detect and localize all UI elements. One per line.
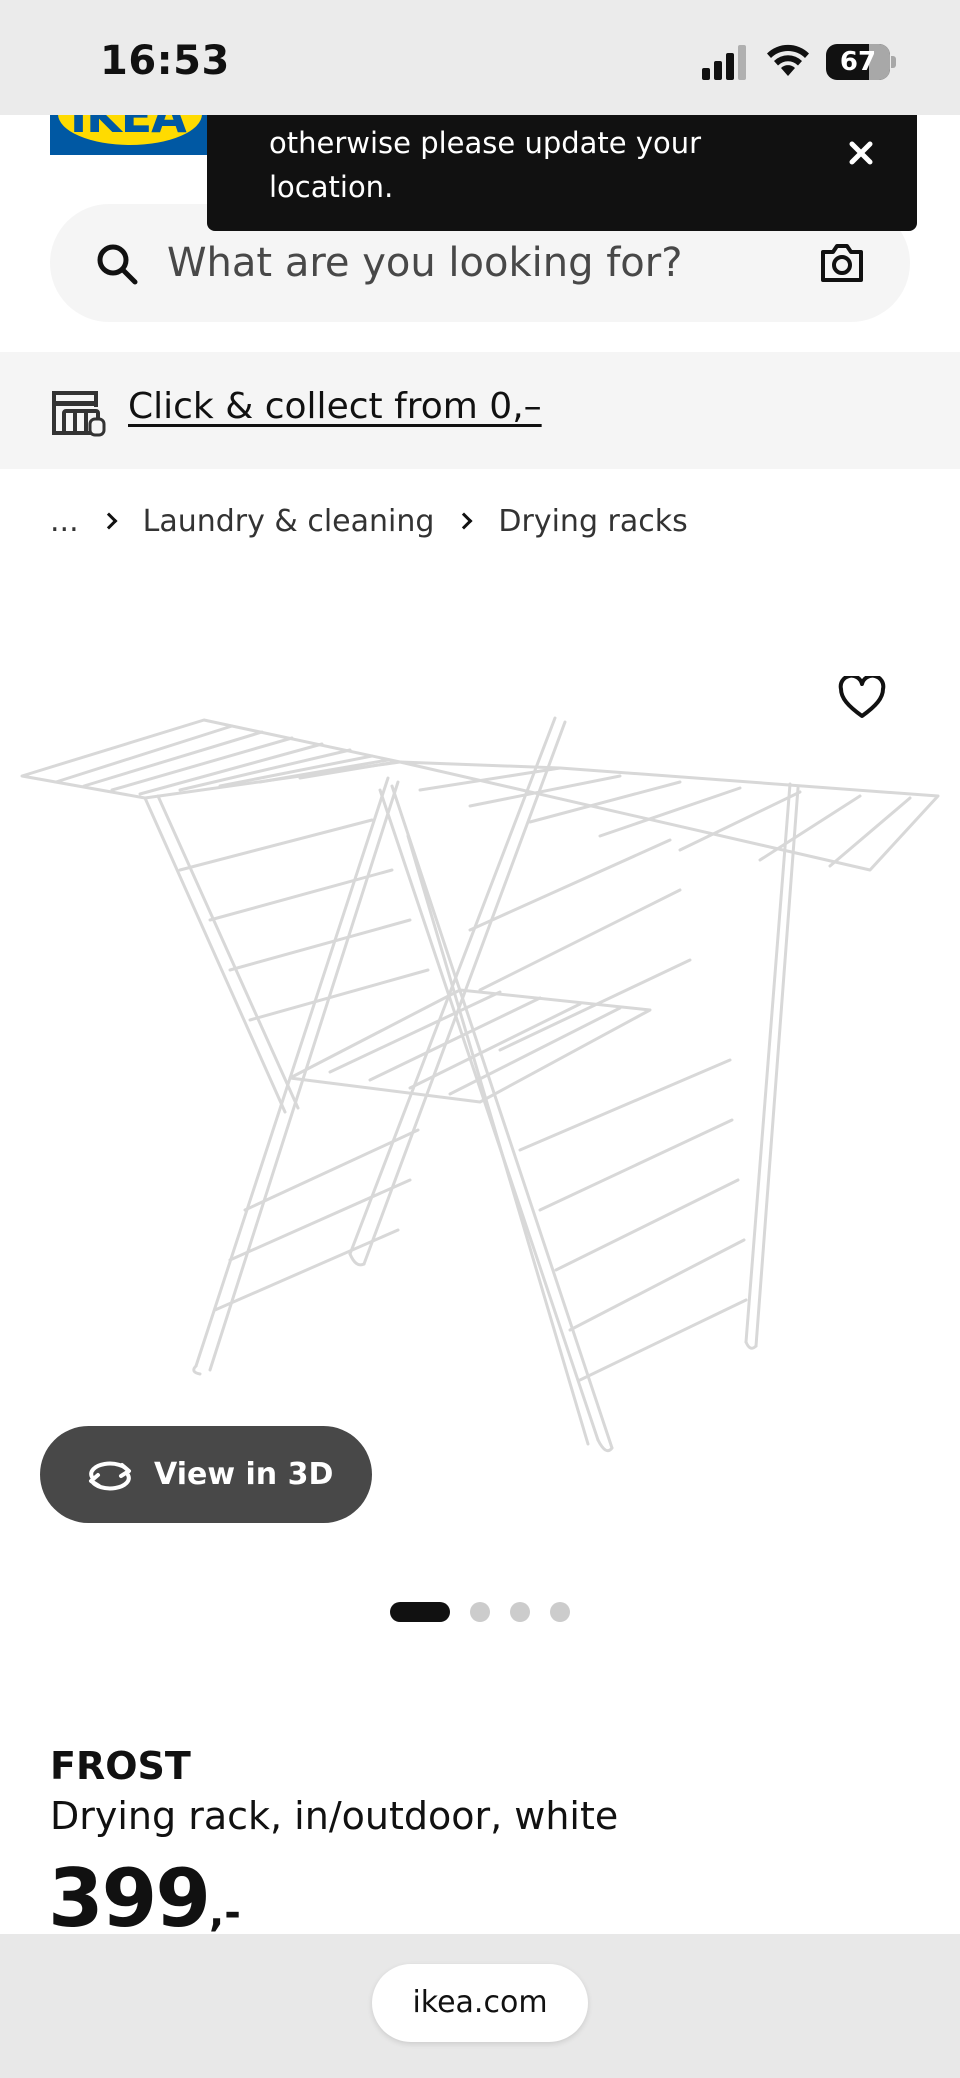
battery-percent: 67 [839,47,877,77]
status-time: 16:53 [100,38,230,84]
cellular-signal-icon [702,45,746,80]
chevron-right-icon [455,512,473,530]
ikea-logo[interactable]: IKEA [50,115,210,155]
store-icon [52,391,106,437]
battery-level: 67 [826,44,890,80]
carousel-dot[interactable] [470,1602,490,1622]
breadcrumb-drying-racks[interactable]: Drying racks [498,504,687,539]
product-description: Drying rack, in/outdoor, white [50,1794,619,1838]
search-input[interactable]: What are you looking for? [167,240,682,286]
battery-tip [891,56,896,68]
view-3d-label: View in 3D [154,1457,334,1492]
click-collect-banner[interactable]: Click & collect from 0,– [0,352,960,469]
close-icon[interactable] [843,135,879,171]
image-carousel-dots[interactable] [390,1601,570,1623]
click-collect-link[interactable]: Click & collect from 0,– [128,386,542,427]
rotate-3d-icon [89,1461,131,1490]
carousel-dot-active[interactable] [390,1602,450,1622]
toast-message: otherwise please update your location. [269,126,702,204]
wifi-icon [767,44,809,76]
breadcrumb-more[interactable]: ... [50,504,79,539]
camera-icon[interactable] [819,242,865,284]
price-suffix: ,- [209,1890,241,1936]
location-toast: otherwise please update your location. [207,115,917,231]
breadcrumb: ... Laundry & cleaning Drying racks [50,500,688,542]
battery-icon: 67 [826,44,896,80]
carousel-dot[interactable] [550,1602,570,1622]
breadcrumb-laundry-cleaning[interactable]: Laundry & cleaning [143,504,435,539]
url-bar[interactable]: ikea.com [372,1964,588,2042]
price-amount: 399 [48,1852,211,1945]
search-icon[interactable] [95,242,139,286]
product-image[interactable] [0,620,960,1490]
chevron-right-icon [100,512,118,530]
carousel-dot[interactable] [510,1602,530,1622]
product-name: FROST [50,1744,191,1788]
status-bar: 16:53 67 [0,0,960,115]
ikea-logo-text: IKEA [70,115,187,143]
heart-icon[interactable] [838,676,886,720]
browser-bottom-bar: ikea.com [0,1934,960,2078]
view-3d-button[interactable]: View in 3D [40,1426,372,1523]
product-price: 399,- [48,1852,241,1945]
